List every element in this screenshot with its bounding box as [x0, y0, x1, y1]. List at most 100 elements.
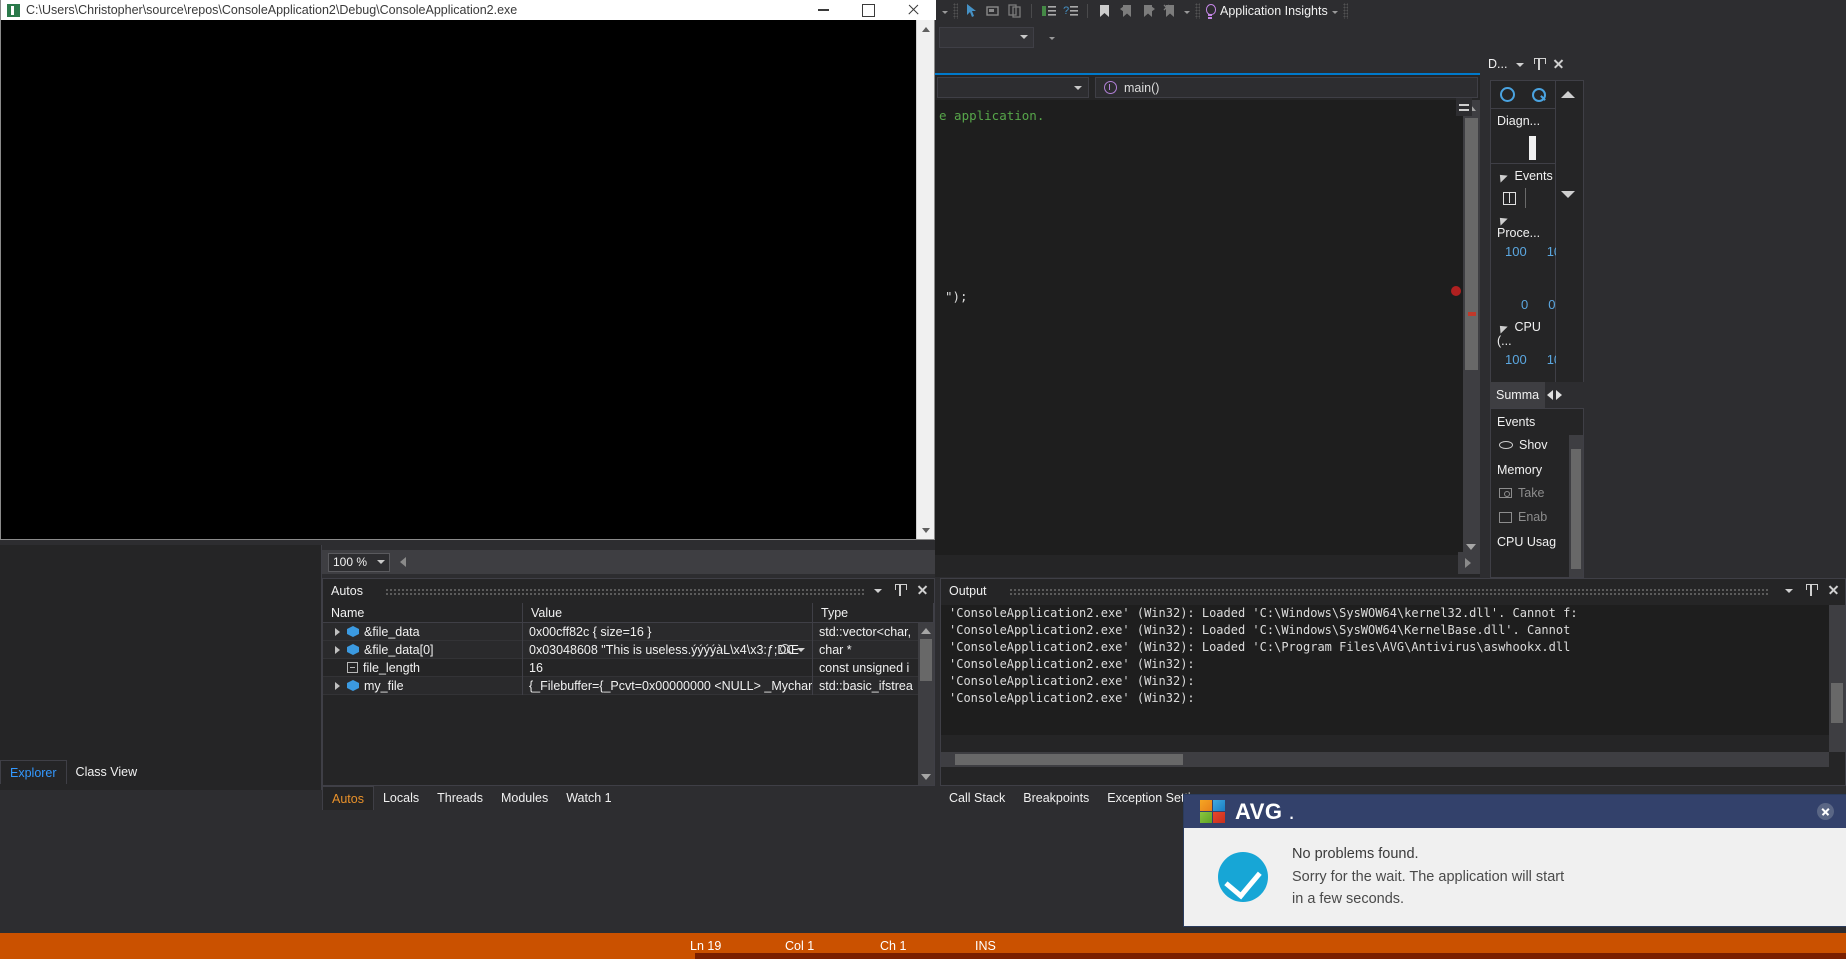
scroll-left-icon[interactable]	[400, 557, 406, 567]
scroll-down-icon[interactable]	[1466, 544, 1476, 550]
avg-notification-popup[interactable]: AVG . No problems found. Sorry for the w…	[1184, 795, 1846, 926]
close-icon[interactable]	[1551, 56, 1566, 72]
maximize-button[interactable]	[846, 0, 891, 20]
chevron-down-icon[interactable]	[1561, 191, 1575, 198]
tab-call-stack[interactable]: Call Stack	[940, 786, 1014, 810]
table-row[interactable]: &file_data[0] 0x03048608 "This is useles…	[323, 641, 934, 659]
toolbar-grip-2[interactable]	[1195, 3, 1200, 19]
toolbar-grip-3[interactable]	[1343, 3, 1348, 19]
scroll-right-button[interactable]	[1458, 552, 1480, 574]
table-row[interactable]: my_file {_Filebuffer={_Pcvt=0x00000000 <…	[323, 677, 934, 695]
table-row[interactable]: file_length 16 const unsigned i	[323, 659, 934, 677]
pin-icon[interactable]	[1532, 56, 1547, 72]
column-header-name[interactable]: Name	[323, 603, 523, 622]
expander-icon[interactable]	[333, 681, 342, 690]
scrollbar-thumb[interactable]	[920, 639, 932, 681]
console-window[interactable]: C:\Users\Christopher\source\repos\Consol…	[0, 0, 935, 540]
tab-scroll-left-icon[interactable]	[1547, 390, 1553, 400]
table-row[interactable]: &file_data 0x00cff82c { size=16 } std::v…	[323, 623, 934, 641]
row-value-cell[interactable]: 16	[523, 659, 813, 677]
magnifier-icon[interactable]	[1532, 88, 1546, 102]
tab-summary[interactable]: Summa	[1490, 382, 1545, 408]
editor-vertical-scrollbar[interactable]	[1463, 100, 1480, 555]
row-value-cell[interactable]: {_Filebuffer={_Pcvt=0x00000000 <NULL> _M…	[523, 677, 813, 695]
row-name-cell[interactable]: &file_data	[323, 623, 523, 641]
code-text-area[interactable]: e application. ");	[935, 100, 1463, 555]
panel-drag-grip[interactable]	[385, 588, 864, 595]
step-into-specific-icon[interactable]	[983, 2, 1002, 20]
diagnostic-section-process[interactable]: Proce...	[1491, 212, 1555, 240]
lightbulb-icon[interactable]	[1203, 4, 1217, 19]
diagnostic-section-events[interactable]: Events	[1491, 164, 1555, 183]
comment-icon[interactable]: ?	[1061, 2, 1080, 20]
tab-scroll-right-icon[interactable]	[1556, 390, 1562, 400]
scrollbar-thumb[interactable]	[1831, 683, 1843, 723]
row-value-cell[interactable]: 0x00cff82c { size=16 }	[523, 623, 813, 641]
tab-threads[interactable]: Threads	[428, 786, 492, 810]
scrollbar-thumb[interactable]	[1465, 118, 1478, 370]
row-name-cell[interactable]: &file_data[0]	[323, 641, 523, 659]
copy-icon[interactable]	[1005, 2, 1024, 20]
scroll-up-icon[interactable]	[921, 628, 931, 634]
tab-locals[interactable]: Locals	[374, 786, 428, 810]
dropdown-icon[interactable]	[1782, 582, 1797, 598]
output-horizontal-scrollbar[interactable]	[941, 752, 1829, 767]
clear-bookmarks-icon[interactable]	[1161, 2, 1180, 20]
close-icon[interactable]	[915, 582, 930, 598]
scope-dropdown[interactable]	[937, 77, 1089, 98]
toolbar-combo[interactable]	[939, 27, 1034, 48]
tab-watch-1[interactable]: Watch 1	[557, 786, 620, 810]
diagnostic-section-cpu[interactable]: CPU (...	[1491, 312, 1555, 348]
console-output-area[interactable]	[1, 20, 918, 539]
minimize-button[interactable]	[801, 0, 846, 20]
gear-icon[interactable]	[1500, 87, 1515, 102]
scroll-down-button[interactable]	[917, 521, 935, 539]
summary-vertical-scrollbar[interactable]	[1569, 435, 1583, 577]
toolbar-grip[interactable]	[953, 3, 958, 19]
tab-breakpoints[interactable]: Breakpoints	[1014, 786, 1098, 810]
expander-icon[interactable]	[333, 645, 342, 654]
close-button[interactable]	[891, 0, 936, 20]
member-dropdown[interactable]: main()	[1095, 77, 1478, 98]
expander-icon[interactable]	[333, 627, 342, 636]
row-name-cell[interactable]: file_length	[323, 659, 523, 677]
app-insights-caret[interactable]	[1331, 3, 1340, 19]
column-header-type[interactable]: Type	[813, 603, 934, 622]
tab-modules[interactable]: Modules	[492, 786, 557, 810]
panel-drag-grip[interactable]	[1009, 588, 1769, 595]
row-value-cell[interactable]: 0x03048608 "This is useless.ýýýýàL\x4\x3…	[523, 641, 813, 659]
scrollbar-thumb[interactable]	[1571, 449, 1581, 569]
application-insights-label[interactable]: Application Insights	[1220, 4, 1328, 18]
pin-icon[interactable]	[1804, 582, 1819, 598]
console-scrollbar[interactable]	[916, 20, 934, 539]
visualizer-dropdown-icon[interactable]	[797, 648, 805, 652]
row-name-cell[interactable]: my_file	[323, 677, 523, 695]
tab-class-view[interactable]: Class View	[67, 760, 147, 784]
autos-vertical-scrollbar[interactable]	[918, 623, 934, 785]
scrollbar-thumb[interactable]	[955, 754, 1183, 765]
scroll-down-icon[interactable]	[921, 774, 931, 780]
output-vertical-scrollbar[interactable]	[1829, 605, 1845, 752]
column-header-value[interactable]: Value	[523, 603, 813, 622]
toolbar-overflow-caret-2[interactable]	[1183, 3, 1192, 19]
tab-explorer[interactable]: Explorer	[0, 760, 67, 784]
pin-icon[interactable]	[893, 582, 908, 598]
zoom-level-dropdown[interactable]: 100 %	[328, 553, 390, 572]
close-icon[interactable]	[1817, 803, 1834, 820]
scroll-up-button[interactable]	[917, 20, 935, 38]
close-icon[interactable]	[1826, 582, 1841, 598]
secondary-overflow-caret[interactable]	[1048, 29, 1057, 45]
diagnostic-timeline[interactable]	[1491, 132, 1555, 164]
toolbar-overflow-caret[interactable]	[941, 3, 950, 19]
output-text-area[interactable]: 'ConsoleApplication2.exe' (Win32): Loade…	[941, 605, 1845, 735]
dropdown-icon[interactable]	[1513, 56, 1528, 72]
editor-split-handle[interactable]	[1456, 98, 1472, 116]
bookmark-icon[interactable]	[1095, 2, 1114, 20]
cursor-icon[interactable]	[961, 2, 980, 20]
indent-icon[interactable]	[1039, 2, 1058, 20]
dropdown-icon[interactable]	[871, 582, 886, 598]
visualizer-magnifier-icon[interactable]	[780, 644, 792, 656]
chevron-up-icon[interactable]	[1561, 91, 1575, 98]
tab-autos[interactable]: Autos	[322, 786, 374, 810]
prev-bookmark-icon[interactable]	[1117, 2, 1136, 20]
